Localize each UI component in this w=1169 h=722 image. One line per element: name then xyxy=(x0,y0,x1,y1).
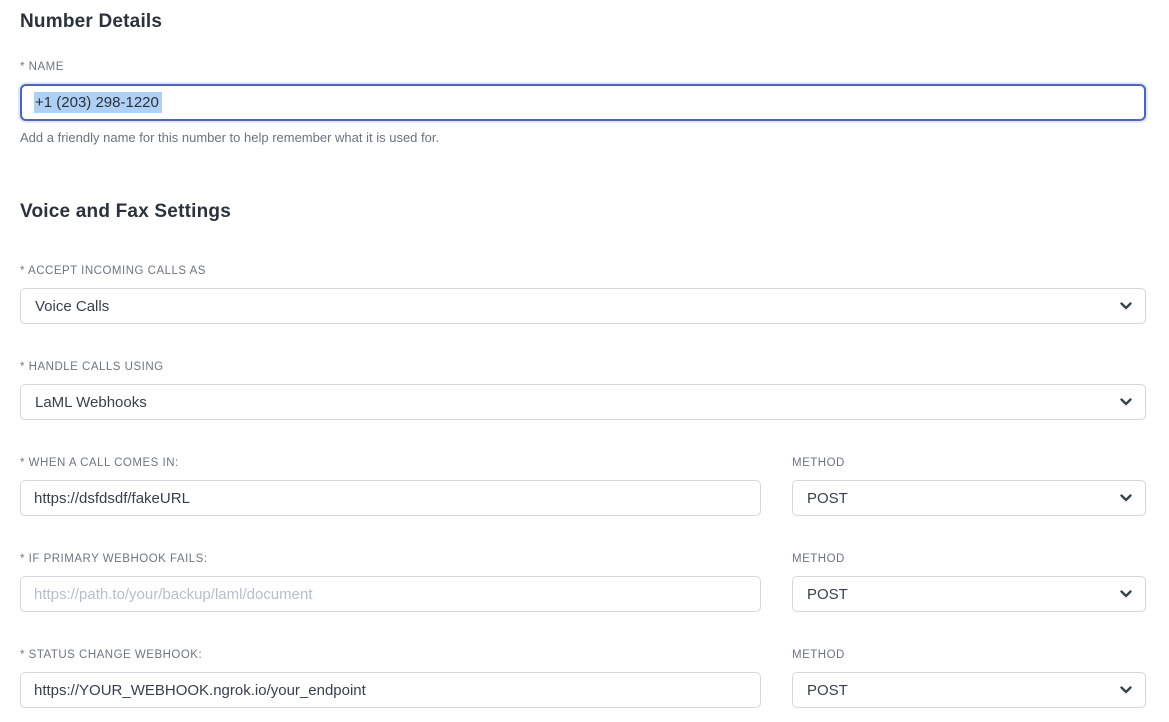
method-value: POST xyxy=(807,586,848,603)
method-value: POST xyxy=(807,490,848,507)
when-call-comes-in-label: * WHEN A CALL COMES IN: xyxy=(20,456,761,470)
if-primary-webhook-fails-method-select[interactable]: POST xyxy=(792,576,1146,612)
chevron-down-icon xyxy=(1120,590,1132,598)
if-primary-webhook-fails-row: * IF PRIMARY WEBHOOK FAILS: METHOD POST xyxy=(20,516,1146,612)
status-change-webhook-row: * STATUS CHANGE WEBHOOK: METHOD POST xyxy=(20,612,1146,708)
chevron-down-icon xyxy=(1120,398,1132,406)
page-title: Number Details xyxy=(20,8,1146,35)
when-call-comes-in-row: * WHEN A CALL COMES IN: METHOD POST xyxy=(20,420,1146,516)
method-label: METHOD xyxy=(792,648,1146,662)
name-help-text: Add a friendly name for this number to h… xyxy=(20,130,1146,146)
accept-incoming-calls-label: * ACCEPT INCOMING CALLS AS xyxy=(20,264,1146,278)
name-input[interactable]: +1 (203) 298-1220 xyxy=(20,84,1146,121)
chevron-down-icon xyxy=(1120,686,1132,694)
chevron-down-icon xyxy=(1120,494,1132,502)
accept-incoming-calls-value: Voice Calls xyxy=(35,298,109,315)
method-label: METHOD xyxy=(792,552,1146,566)
handle-calls-using-value: LaML Webhooks xyxy=(35,394,147,411)
status-change-webhook-label: * STATUS CHANGE WEBHOOK: xyxy=(20,648,761,662)
method-value: POST xyxy=(807,682,848,699)
if-primary-webhook-fails-label: * IF PRIMARY WEBHOOK FAILS: xyxy=(20,552,761,566)
name-input-selected-text: +1 (203) 298-1220 xyxy=(34,92,162,113)
handle-calls-using-select[interactable]: LaML Webhooks xyxy=(20,384,1146,420)
accept-incoming-calls-select[interactable]: Voice Calls xyxy=(20,288,1146,324)
status-change-webhook-method-select[interactable]: POST xyxy=(792,672,1146,708)
when-call-comes-in-method-select[interactable]: POST xyxy=(792,480,1146,516)
when-call-comes-in-input[interactable] xyxy=(20,480,761,516)
if-primary-webhook-fails-input[interactable] xyxy=(20,576,761,612)
section-title-voice-fax: Voice and Fax Settings xyxy=(20,198,1146,225)
status-change-webhook-input[interactable] xyxy=(20,672,761,708)
handle-calls-using-label: * HANDLE CALLS USING xyxy=(20,360,1146,374)
chevron-down-icon xyxy=(1120,302,1132,310)
number-settings-page: Number Details * NAME +1 (203) 298-1220 … xyxy=(0,0,1169,708)
name-label: * NAME xyxy=(20,60,1146,74)
method-label: METHOD xyxy=(792,456,1146,470)
